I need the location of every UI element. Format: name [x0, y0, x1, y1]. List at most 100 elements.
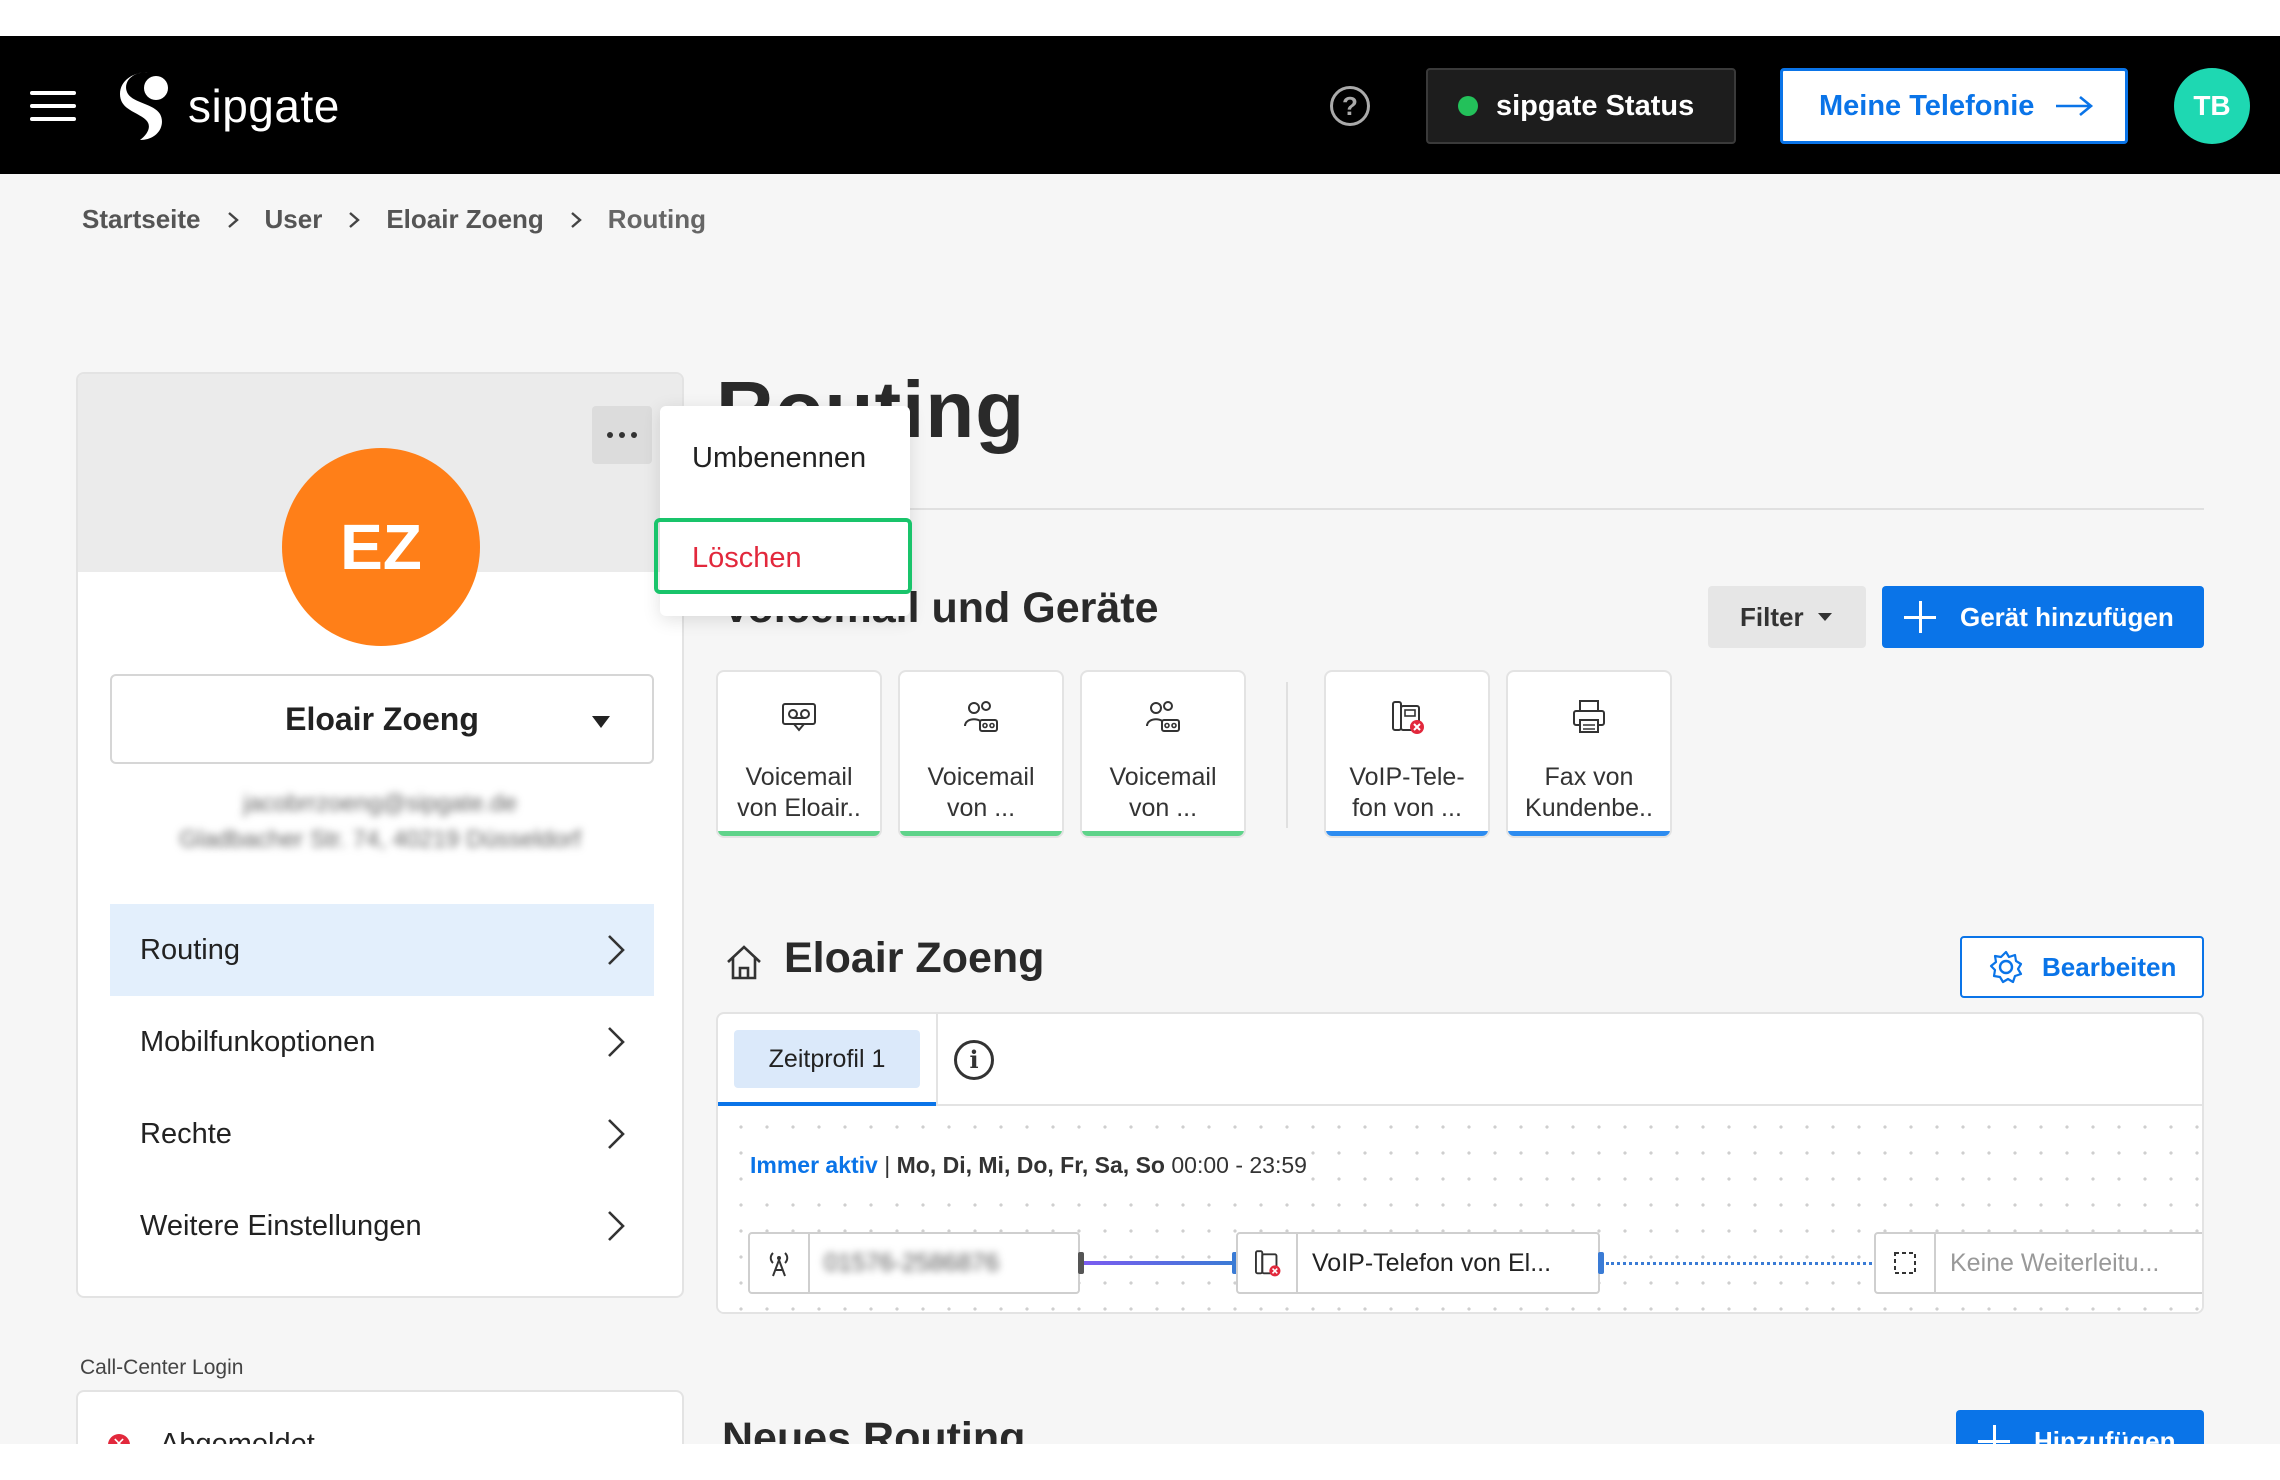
- device-card-fax[interactable]: Fax von Kundenbe..: [1506, 670, 1672, 838]
- arrow-right-icon: [2056, 95, 2094, 117]
- user-select-dropdown[interactable]: Eloair Zoeng: [110, 674, 654, 764]
- add-device-button[interactable]: Gerät hinzufügen: [1882, 586, 2204, 648]
- schedule-time: 00:00 - 23:59: [1164, 1152, 1307, 1178]
- device-status-bar: [1082, 831, 1244, 836]
- user-name: Eloair Zoeng: [285, 700, 479, 737]
- status-label: sipgate Status: [1496, 89, 1695, 122]
- new-routing-title: Neues Routing: [722, 1414, 1026, 1444]
- device-label: VoIP-Tele-fon von ...: [1349, 763, 1465, 822]
- nav-item-label: Weitere Einstellungen: [140, 1209, 422, 1242]
- chevron-right-icon: [608, 1027, 625, 1057]
- telefonie-label: Meine Telefonie: [1819, 89, 2035, 122]
- edit-label: Bearbeiten: [2042, 951, 2177, 982]
- meine-telefonie-button[interactable]: Meine Telefonie: [1780, 68, 2128, 144]
- routing-canvas: Immer aktiv | Mo, Di, Mi, Do, Fr, Sa, So…: [718, 1106, 2202, 1312]
- sipgate-status-button[interactable]: sipgate Status: [1426, 68, 1736, 144]
- info-icon[interactable]: i: [954, 1040, 994, 1080]
- breadcrumb-item-user[interactable]: User: [265, 204, 323, 235]
- edit-routing-button[interactable]: Bearbeiten: [1960, 936, 2204, 998]
- chevron-right-icon: [227, 211, 239, 228]
- bottom-strip: [0, 1444, 2280, 1480]
- routing-connection-line: [1084, 1261, 1234, 1265]
- nav-item-rechte[interactable]: Rechte: [110, 1088, 654, 1180]
- routing-node-source-number[interactable]: 01576-2586876: [748, 1232, 1080, 1294]
- nav-item-mobilfunkoptionen[interactable]: Mobilfunkoptionen: [110, 996, 654, 1088]
- add-routing-label: Hinzufügen: [2034, 1425, 2176, 1445]
- nav-item-weitere-einstellungen[interactable]: Weitere Einstellungen: [110, 1180, 654, 1272]
- device-card-voip-phone[interactable]: VoIP-Tele-fon von ...: [1324, 670, 1490, 838]
- source-number-blurred: 01576-2586876: [824, 1248, 1000, 1277]
- nav-item-label: Rechte: [140, 1117, 232, 1150]
- device-card-group-voicemail-2[interactable]: Voicemail von ...: [1080, 670, 1246, 838]
- call-center-status[interactable]: ✕ Abgemeldet: [108, 1428, 315, 1444]
- routing-tabs: Zeitprofil 1 i: [718, 1014, 2202, 1106]
- device-label: Voicemail von ...: [1109, 763, 1217, 822]
- breadcrumb: Startseite User Eloair Zoeng Routing: [82, 204, 706, 235]
- forwarding-placeholder: Keine Weiterleitu...: [1950, 1248, 2160, 1277]
- top-navigation-bar: sipgate ? sipgate Status Meine Telefonie…: [0, 36, 2280, 174]
- menu-icon[interactable]: [30, 91, 76, 121]
- more-options-menu: Umbenennen Löschen: [654, 406, 912, 616]
- routing-node-forwarding[interactable]: Keine Weiterleitu...: [1874, 1232, 2202, 1294]
- device-label: Voicemail von Eloair..: [737, 763, 861, 822]
- device-status-bar: [1326, 831, 1488, 836]
- schedule-summary: Immer aktiv | Mo, Di, Mi, Do, Fr, Sa, So…: [746, 1150, 1311, 1181]
- device-status-bar: [900, 831, 1062, 836]
- menu-item-rename[interactable]: Umbenennen: [692, 442, 866, 475]
- chevron-right-icon: [608, 935, 625, 965]
- caret-down-icon: [1817, 613, 1832, 621]
- sipgate-logo[interactable]: sipgate: [118, 70, 340, 142]
- breadcrumb-item-routing: Routing: [607, 204, 706, 234]
- schedule-active-link[interactable]: Immer aktiv: [750, 1152, 878, 1178]
- caret-down-icon: [592, 716, 610, 728]
- dot-icon: [631, 432, 637, 438]
- logged-out-icon: ✕: [108, 1433, 130, 1444]
- main-content: Startseite User Eloair Zoeng Routing EZ …: [0, 174, 2280, 1444]
- routing-card: Zeitprofil 1 i Immer aktiv | Mo, Di, Mi,…: [716, 1012, 2204, 1314]
- add-device-label: Gerät hinzufügen: [1960, 601, 2174, 632]
- routing-section-title: Eloair Zoeng: [784, 934, 1045, 982]
- logo-text: sipgate: [188, 80, 340, 132]
- voicemail-icon: [782, 703, 816, 732]
- sipgate-logo-mark-icon: [120, 72, 168, 140]
- plus-icon: [1904, 601, 1936, 633]
- voip-phone-icon: [1238, 1234, 1298, 1292]
- device-label: Fax von Kundenbe..: [1525, 763, 1653, 822]
- gear-icon: [1989, 950, 2023, 984]
- help-icon[interactable]: ?: [1330, 86, 1370, 126]
- user-initials-avatar: EZ: [282, 448, 480, 646]
- breadcrumb-item-eloair-zoeng[interactable]: Eloair Zoeng: [386, 204, 543, 235]
- chevron-right-icon: [571, 211, 582, 228]
- filter-button[interactable]: Filter: [1708, 586, 1866, 648]
- device-card-group-voicemail-1[interactable]: Voicemail von ...: [898, 670, 1064, 838]
- user-email-blurred: jacobrrzoeng@sipgate.de: [243, 790, 517, 817]
- group-voicemail-icon: [964, 701, 998, 732]
- more-options-button[interactable]: [592, 406, 652, 464]
- group-voicemail-icon: [1146, 701, 1180, 732]
- nav-item-label: Routing: [140, 933, 240, 966]
- fax-icon: [1573, 700, 1605, 733]
- chevron-right-icon: [608, 1119, 625, 1149]
- device-group-divider: [1286, 682, 1288, 828]
- routing-node-voip-device[interactable]: VoIP-Telefon von El...: [1236, 1232, 1600, 1294]
- connector-port: [1598, 1252, 1604, 1274]
- device-status-bar: [1508, 831, 1670, 836]
- device-card-voicemail[interactable]: Voicemail von Eloair..: [716, 670, 882, 838]
- menu-item-delete-label: Löschen: [692, 542, 802, 574]
- tab-zeitprofil-1[interactable]: Zeitprofil 1: [734, 1030, 920, 1088]
- tab-divider: [936, 1014, 938, 1106]
- home-icon: [727, 945, 761, 980]
- status-dot-icon: [1458, 96, 1478, 116]
- target-device-label: VoIP-Telefon von El...: [1312, 1248, 1552, 1277]
- device-status-bar: [718, 831, 880, 836]
- add-routing-button[interactable]: Hinzufügen: [1956, 1410, 2204, 1444]
- dashed-square-icon: [1876, 1234, 1936, 1292]
- routing-forward-line: [1606, 1262, 1878, 1265]
- breadcrumb-item-startseite[interactable]: Startseite: [82, 204, 201, 235]
- user-avatar[interactable]: TB: [2174, 68, 2250, 144]
- antenna-icon: [750, 1234, 810, 1292]
- plus-icon: [1978, 1425, 2010, 1444]
- nav-item-routing[interactable]: Routing: [110, 904, 654, 996]
- menu-item-delete[interactable]: Löschen: [654, 518, 912, 594]
- user-address-blurred: Gladbacher Str. 74, 40219 Düsseldorf: [179, 826, 581, 853]
